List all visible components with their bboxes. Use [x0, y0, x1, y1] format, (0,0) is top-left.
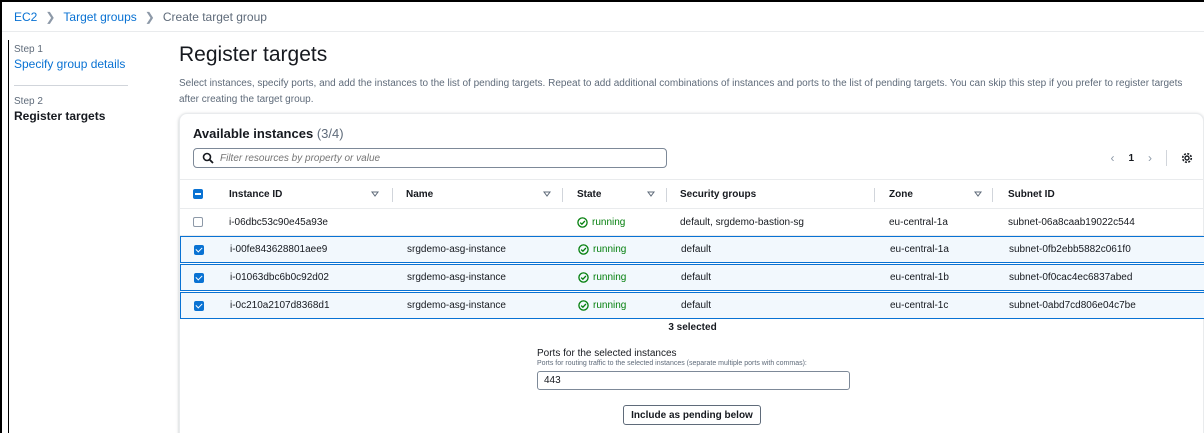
instance-id: i-0c210a2107d8368d1: [230, 300, 330, 311]
page-number[interactable]: 1: [1128, 153, 1134, 164]
breadcrumb-divider: [2, 31, 1204, 32]
ports-label: Ports for the selected instances: [537, 348, 677, 359]
column-divider: [666, 188, 667, 202]
ports-form-field: Ports for the selected instances Ports f…: [537, 348, 857, 390]
pager-divider: [1166, 150, 1167, 166]
chevron-right-icon: ❯: [45, 10, 56, 24]
gear-icon[interactable]: [1181, 152, 1193, 164]
row-checkbox-cell: [194, 265, 204, 290]
available-instances-panel: Available instances (3/4) ‹ 1 ›: [179, 113, 1204, 433]
next-page-icon[interactable]: ›: [1148, 151, 1152, 165]
breadcrumb-current: Create target group: [162, 10, 267, 24]
instance-state: running: [578, 293, 626, 318]
column-divider: [392, 188, 393, 202]
instance-state: running: [577, 209, 625, 235]
column-divider: [874, 188, 875, 202]
ports-input[interactable]: [537, 371, 850, 390]
check-circle-icon: [578, 300, 589, 311]
table-row[interactable]: i-06dbc53c90e45a93e running default, srg…: [180, 209, 1204, 236]
row-checkbox[interactable]: [194, 244, 204, 255]
column-zone[interactable]: Zone: [889, 180, 913, 208]
row-checkbox[interactable]: [194, 300, 204, 311]
ports-hint: Ports for routing traffic to the selecte…: [537, 360, 807, 367]
panel-header: Available instances (3/4): [193, 126, 344, 141]
select-all-checkbox[interactable]: [193, 189, 203, 199]
chevron-right-icon: ❯: [144, 10, 155, 24]
column-security-groups: Security groups: [680, 188, 757, 200]
state-label: running: [593, 244, 627, 255]
instance-id: i-06dbc53c90e45a93e: [229, 216, 328, 228]
table-row[interactable]: i-00fe843628801aee9 srgdemo-asg-instance…: [180, 236, 1204, 263]
instance-name: srgdemo-asg-instance: [407, 272, 506, 283]
select-all-cell: [193, 180, 203, 208]
selected-count: 3 selected: [668, 322, 717, 333]
zone: eu-central-1b: [890, 272, 949, 283]
zone: eu-central-1a: [890, 244, 949, 255]
security-groups: default, srgdemo-bastion-sg: [680, 216, 804, 228]
row-checkbox-cell: [194, 293, 204, 318]
state-label: running: [593, 300, 627, 311]
panel-title: Available instances: [193, 126, 314, 141]
instance-id: i-01063dbc6b0c92d02: [230, 272, 329, 283]
state-label: running: [592, 216, 626, 228]
check-circle-icon: [578, 244, 589, 255]
panel-count: (3/4): [316, 126, 344, 141]
wizard-steps: Step 1 Specify group details Step 2 Regi…: [14, 44, 129, 123]
step-1-number: Step 1: [14, 44, 43, 55]
column-subnet-id: Subnet ID: [1008, 188, 1055, 200]
column-instance-id[interactable]: Instance ID: [229, 180, 282, 208]
previous-page-icon[interactable]: ‹: [1110, 151, 1114, 165]
table-header: Instance ID Name State Security groups Z…: [180, 179, 1204, 209]
sort-down-icon[interactable]: [371, 190, 379, 198]
security-groups: default: [681, 244, 712, 255]
security-groups: default: [681, 272, 712, 283]
include-as-pending-button[interactable]: Include as pending below: [623, 405, 761, 425]
sort-down-icon[interactable]: [647, 190, 655, 198]
search-icon: [202, 152, 214, 164]
breadcrumb: EC2 ❯ Target groups ❯ Create target grou…: [14, 10, 267, 24]
zone: eu-central-1a: [889, 216, 948, 228]
row-checkbox-cell: [194, 237, 204, 262]
pagination: ‹ 1 ›: [1110, 150, 1193, 166]
instance-state: running: [578, 237, 626, 262]
step-1-link[interactable]: Specify group details: [14, 57, 129, 71]
row-checkbox[interactable]: [193, 217, 203, 227]
state-label: running: [593, 272, 627, 283]
step-2-number: Step 2: [14, 96, 43, 107]
instance-id: i-00fe843628801aee9: [230, 244, 328, 255]
check-circle-icon: [578, 272, 589, 283]
table-row[interactable]: i-0c210a2107d8368d1 srgdemo-asg-instance…: [180, 292, 1204, 319]
column-name[interactable]: Name: [406, 180, 433, 208]
subnet-id: subnet-0f0cac4ec6837abed: [1009, 272, 1133, 283]
sort-down-icon[interactable]: [543, 190, 551, 198]
filter-input[interactable]: [220, 152, 650, 164]
security-groups: default: [681, 300, 712, 311]
row-checkbox[interactable]: [194, 272, 204, 283]
row-checkbox-cell: [193, 209, 203, 235]
page-title: Register targets: [179, 43, 328, 66]
column-state[interactable]: State: [577, 180, 601, 208]
check-circle-icon: [577, 216, 588, 228]
sidebar-divider: [8, 40, 9, 433]
subnet-id: subnet-0abd7cd806e04c7be: [1009, 300, 1136, 311]
zone: eu-central-1c: [890, 300, 949, 311]
step-divider: [14, 85, 128, 86]
column-divider: [992, 188, 993, 202]
page-description: Select instances, specify ports, and add…: [179, 78, 1183, 105]
step-2-current: Register targets: [14, 109, 106, 123]
sort-down-icon[interactable]: [974, 190, 982, 198]
table-row[interactable]: i-01063dbc6b0c92d02 srgdemo-asg-instance…: [180, 264, 1204, 291]
column-divider: [562, 188, 563, 202]
instance-name: srgdemo-asg-instance: [407, 300, 506, 311]
breadcrumb-target-groups[interactable]: Target groups: [63, 10, 136, 24]
filter-box[interactable]: [193, 148, 667, 168]
subnet-id: subnet-0fb2ebb5882c061f0: [1009, 244, 1131, 255]
instance-state: running: [578, 265, 626, 290]
subnet-id: subnet-06a8caab19022c544: [1008, 216, 1135, 228]
instance-name: srgdemo-asg-instance: [407, 244, 506, 255]
breadcrumb-ec2[interactable]: EC2: [14, 10, 37, 24]
